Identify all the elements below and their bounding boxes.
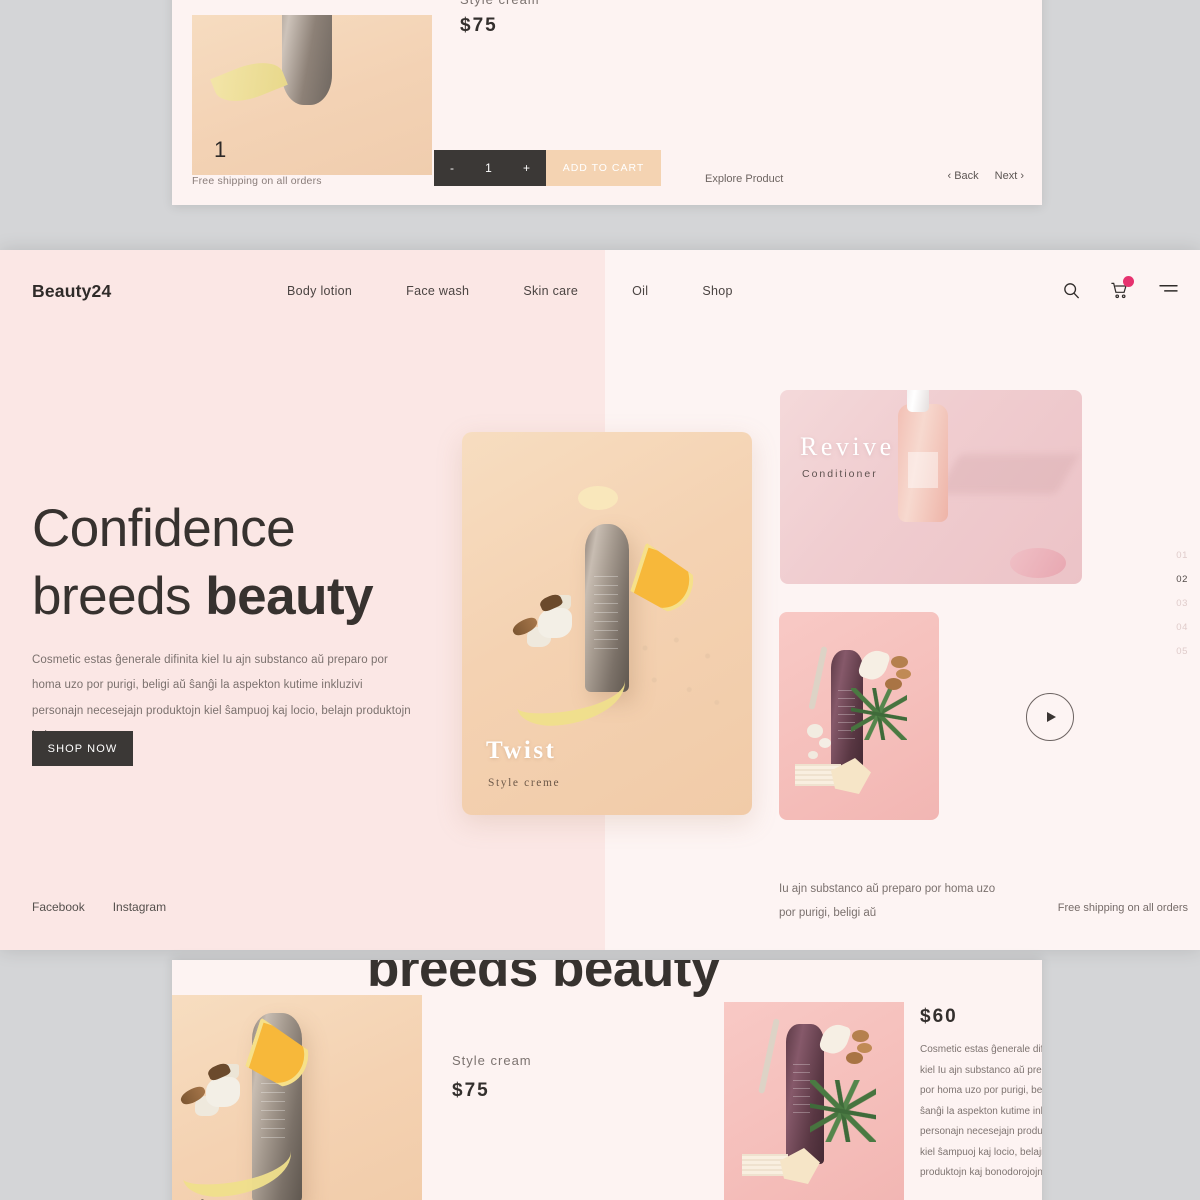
shop-now-button[interactable]: SHOP NOW — [32, 731, 133, 766]
banana-peel-graphic — [210, 53, 288, 111]
pump-bottle-graphic — [898, 390, 948, 522]
cart-badge — [1123, 276, 1134, 287]
next-button[interactable]: Next › — [995, 170, 1024, 182]
palm-leaf-graphic — [851, 688, 907, 740]
banana-peel-graphic — [513, 658, 629, 730]
almond-graphic — [852, 1030, 869, 1042]
stones-graphic — [807, 724, 823, 738]
revive-card-subtitle: Conditioner — [802, 468, 878, 480]
image-index-label: 1 — [214, 137, 227, 162]
cart-icon[interactable] — [1110, 276, 1134, 301]
instagram-link[interactable]: Instagram — [113, 900, 166, 914]
pagination-item-04[interactable]: 04 — [1176, 622, 1188, 633]
screenshot-root: 1 Style cream $75 - 1 + ADD TO CART Free… — [0, 0, 1200, 1200]
water-droplets-graphic — [634, 632, 726, 712]
hero-section: Beauty24 Body lotion Face wash Skin care… — [0, 250, 1200, 950]
bottom-panel-price: $75 — [452, 1080, 490, 1101]
headline-line-2-bold: beauty — [205, 566, 374, 626]
orange-slice-graphic — [627, 543, 701, 620]
hero-shipping-note: Free shipping on all orders — [1057, 902, 1188, 914]
top-panel-shipping-note: Free shipping on all orders — [192, 175, 322, 187]
bottom-partial-panel: breeds beauty 1 Style cream $75 $60 Cosm… — [172, 960, 1042, 1200]
slide-pagination: 01 02 03 04 05 — [1176, 550, 1188, 657]
pagination-item-01[interactable]: 01 — [1176, 550, 1188, 561]
top-panel-product-title: Style cream — [460, 0, 540, 7]
menu-icon[interactable] — [1158, 281, 1178, 301]
increment-button[interactable]: + — [523, 161, 530, 175]
bottom-panel-secondary-image — [724, 1002, 904, 1200]
bottom-panel-description: Cosmetic estas ĝenerale difinita kiel Iu… — [920, 1044, 1042, 1178]
secondary-product-card[interactable] — [779, 612, 939, 820]
top-panel-price: $75 — [460, 15, 498, 36]
bottom-panel-price-2: $60 — [920, 1006, 958, 1027]
revive-card-title: Revive — [800, 432, 895, 461]
decrement-button[interactable]: - — [450, 161, 454, 175]
top-partial-panel: 1 Style cream $75 - 1 + ADD TO CART Free… — [172, 0, 1042, 205]
image-index-label: 1 — [196, 1195, 208, 1200]
coconut-graphic — [206, 1077, 240, 1107]
top-panel-pagination: ‹ Back Next › — [947, 170, 1024, 182]
bottom-panel-product-title: Style cream — [452, 1053, 532, 1068]
page-title: Confidence breeds beauty — [32, 495, 502, 631]
hero-side-note: Iu ajn substanco aŭ preparo por homa uzo… — [779, 883, 996, 920]
bottle-label-graphic — [908, 452, 938, 488]
bottle-graphic — [282, 15, 333, 105]
play-button[interactable] — [1026, 693, 1074, 741]
play-icon — [1047, 712, 1056, 722]
pagination-item-03[interactable]: 03 — [1176, 598, 1188, 609]
shadow-graphic — [936, 454, 1080, 494]
pagination-item-02[interactable]: 02 — [1176, 574, 1188, 585]
quantity-value: 1 — [485, 161, 492, 175]
featured-card-subtitle: Style creme — [488, 777, 561, 789]
featured-product-card[interactable]: Twist Style creme — [462, 432, 752, 815]
pagination-item-05[interactable]: 05 — [1176, 646, 1188, 657]
nav-item-skin-care[interactable]: Skin care — [496, 284, 605, 298]
headline-line-2-light: breeds — [32, 566, 206, 626]
bottom-panel-heading: breeds beauty — [367, 960, 720, 998]
explore-product-link[interactable]: Explore Product — [705, 173, 783, 185]
rose-quartz-graphic — [1010, 548, 1066, 578]
almond-graphic — [891, 656, 908, 668]
top-panel-purchase-row: - 1 + ADD TO CART — [434, 150, 661, 186]
twig-graphic — [758, 1018, 780, 1094]
back-button[interactable]: ‹ Back — [947, 170, 978, 182]
nav-item-shop[interactable]: Shop — [675, 284, 759, 298]
add-to-cart-button[interactable]: ADD TO CART — [546, 150, 661, 186]
nav-item-oil[interactable]: Oil — [605, 284, 675, 298]
featured-card-title: Twist — [486, 737, 557, 764]
nav-links: Body lotion Face wash Skin care Oil Shop — [260, 284, 760, 298]
brand-logo[interactable]: Beauty24 — [32, 281, 111, 302]
top-navigation-bar: Beauty24 Body lotion Face wash Skin care… — [0, 250, 1200, 332]
cream-splash-graphic — [578, 486, 618, 510]
palm-leaf-graphic — [810, 1080, 876, 1142]
top-panel-product-image: 1 — [192, 15, 432, 175]
nav-item-face-wash[interactable]: Face wash — [379, 284, 496, 298]
coconut-graphic — [538, 608, 572, 638]
nav-icon-group — [1062, 276, 1178, 301]
nav-item-body-lotion[interactable]: Body lotion — [260, 284, 379, 298]
bottom-panel-product-image: 1 — [172, 995, 422, 1200]
social-links: Facebook Instagram — [32, 900, 166, 914]
headline-line-1: Confidence — [32, 499, 296, 558]
search-icon[interactable] — [1062, 281, 1082, 301]
facebook-link[interactable]: Facebook — [32, 900, 85, 914]
quantity-stepper[interactable]: - 1 + — [434, 150, 546, 186]
revive-product-card[interactable]: Revive Conditioner — [780, 390, 1082, 584]
twig-graphic — [808, 646, 828, 710]
